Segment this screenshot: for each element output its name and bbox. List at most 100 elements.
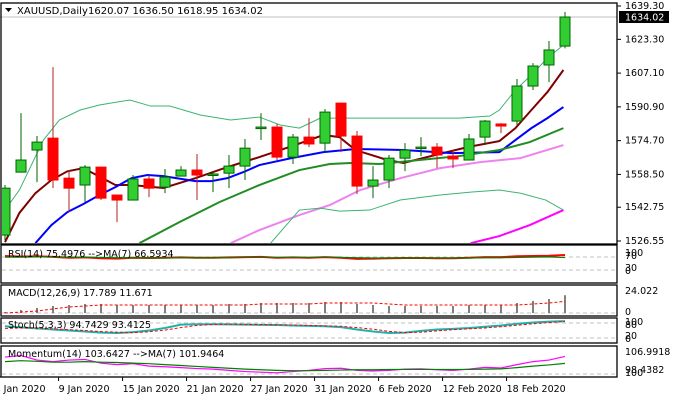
macd-histogram-bar: [404, 306, 406, 313]
date-label: 3 Jan 2020: [0, 384, 46, 395]
candle-body: [511, 85, 523, 122]
candle-body: [79, 166, 91, 186]
candle-body: [47, 137, 59, 181]
macd-histogram-bar: [212, 305, 214, 313]
candle: [527, 63, 539, 90]
candle-body: [271, 126, 283, 158]
candle-body: [383, 157, 395, 181]
candle-body: [111, 194, 123, 201]
price-label: 1558.50: [625, 169, 664, 180]
candle-body: [159, 176, 171, 188]
candle-body: [367, 179, 379, 187]
macd-histogram-bar: [356, 304, 358, 313]
candle-body: [143, 178, 155, 189]
price-label: 1590.90: [625, 102, 664, 113]
macd-histogram-bar: [148, 305, 150, 313]
macd-histogram-bar: [340, 302, 342, 313]
stoch-axis-label: 80: [625, 320, 637, 331]
macd-histogram-bar: [484, 305, 486, 313]
candle-body: [431, 146, 443, 156]
macd-histogram-bar: [548, 299, 550, 313]
date-label: 6 Feb 2020: [379, 384, 432, 395]
macd-histogram-bar: [132, 305, 134, 313]
rsi-label: RSI(14) 75.4976 -->MA(7) 66.5934: [8, 249, 174, 260]
candle-body: [31, 141, 43, 151]
price-label: 1623.30: [625, 34, 664, 45]
date-label: 31 Jan 2020: [315, 384, 372, 395]
macd-histogram-bar: [84, 304, 86, 313]
macd-histogram-bar: [324, 302, 326, 313]
candle-body: [191, 169, 203, 176]
symbol-label: XAUUSD,Daily: [17, 6, 88, 17]
macd-histogram-bar: [500, 305, 502, 313]
price-label: 1526.55: [625, 236, 664, 247]
trading-chart[interactable]: RSI(14) 75.4976 -->MA(7) 66.5934 MACD(12,…: [0, 0, 700, 400]
candle: [95, 166, 107, 201]
current-price-label: 1634.02: [625, 13, 664, 24]
candle-body: [239, 147, 251, 167]
date-label: 12 Feb 2020: [443, 384, 502, 395]
macd-histogram-bar: [436, 306, 438, 313]
macd-histogram-bar: [116, 305, 118, 313]
macd-histogram-bar: [452, 306, 454, 313]
candle: [271, 123, 283, 161]
candle-body: [207, 173, 219, 176]
macd-histogram-bar: [532, 301, 534, 313]
macd-histogram-bar: [564, 295, 566, 313]
stoch-axis-label: 0: [625, 334, 631, 345]
candle: [559, 11, 571, 49]
ohlc-readout: 1620.07 1636.50 1618.95 1634.02: [88, 6, 263, 17]
candle-body: [287, 136, 299, 158]
candle-body: [127, 178, 139, 201]
candle-body: [95, 166, 107, 199]
price-label: 1639.30: [625, 1, 664, 12]
momentum-axis-label: 106.9918: [625, 347, 670, 358]
macd-histogram-bar: [308, 303, 310, 313]
date-label: 27 Jan 2020: [251, 384, 308, 395]
candle-body: [175, 169, 187, 177]
macd-label: MACD(12,26,9) 17.789 11.671: [8, 288, 153, 299]
candle-body: [63, 177, 75, 189]
date-label: 21 Jan 2020: [187, 384, 244, 395]
candle-body: [543, 49, 555, 66]
candle-body: [399, 149, 411, 159]
price-label: 1607.10: [625, 68, 664, 79]
chart-header: XAUUSD,Daily 1620.07 1636.50 1618.95 163…: [5, 6, 263, 17]
candle-body: [415, 146, 427, 150]
candle-body: [559, 16, 571, 47]
candle-body: [335, 102, 347, 137]
stoch-label: Stoch(5,3,3) 94.7429 93.4125: [8, 320, 151, 331]
candle-body: [495, 123, 507, 127]
price-label: 1574.70: [625, 136, 664, 147]
candle-body: [319, 111, 331, 144]
macd-histogram-bar: [420, 306, 422, 313]
macd-histogram-bar: [372, 305, 374, 313]
candle-body: [447, 155, 459, 160]
rsi-axis-label: 0: [625, 266, 631, 277]
candle-body: [223, 165, 235, 174]
date-label: 18 Feb 2020: [507, 384, 566, 395]
candle: [351, 131, 363, 194]
momentum-label: Momentum(14) 103.6427 -->MA(7) 101.9464: [8, 349, 224, 360]
candle-body: [15, 159, 27, 173]
price-label: 1542.75: [625, 202, 664, 213]
macd-histogram-bar: [388, 306, 390, 313]
candle-body: [255, 126, 267, 130]
candle-body: [463, 138, 475, 161]
candle-body: [527, 65, 539, 87]
candle-body: [479, 120, 491, 138]
macd-histogram-bar: [180, 305, 182, 313]
macd-histogram-bar: [196, 305, 198, 313]
candle-body: [303, 136, 315, 145]
candle: [511, 78, 523, 126]
date-label: 9 Jan 2020: [59, 384, 110, 395]
macd-histogram-bar: [468, 305, 470, 313]
rsi-axis-label: 70: [625, 251, 637, 262]
momentum-axis-label: 98.4382: [625, 365, 664, 376]
candle-body: [351, 135, 363, 187]
chart-background: [0, 0, 700, 400]
candle: [127, 175, 139, 201]
date-label: 15 Jan 2020: [123, 384, 180, 395]
macd-histogram-bar: [164, 305, 166, 313]
macd-axis-label: 24.022: [625, 286, 658, 297]
